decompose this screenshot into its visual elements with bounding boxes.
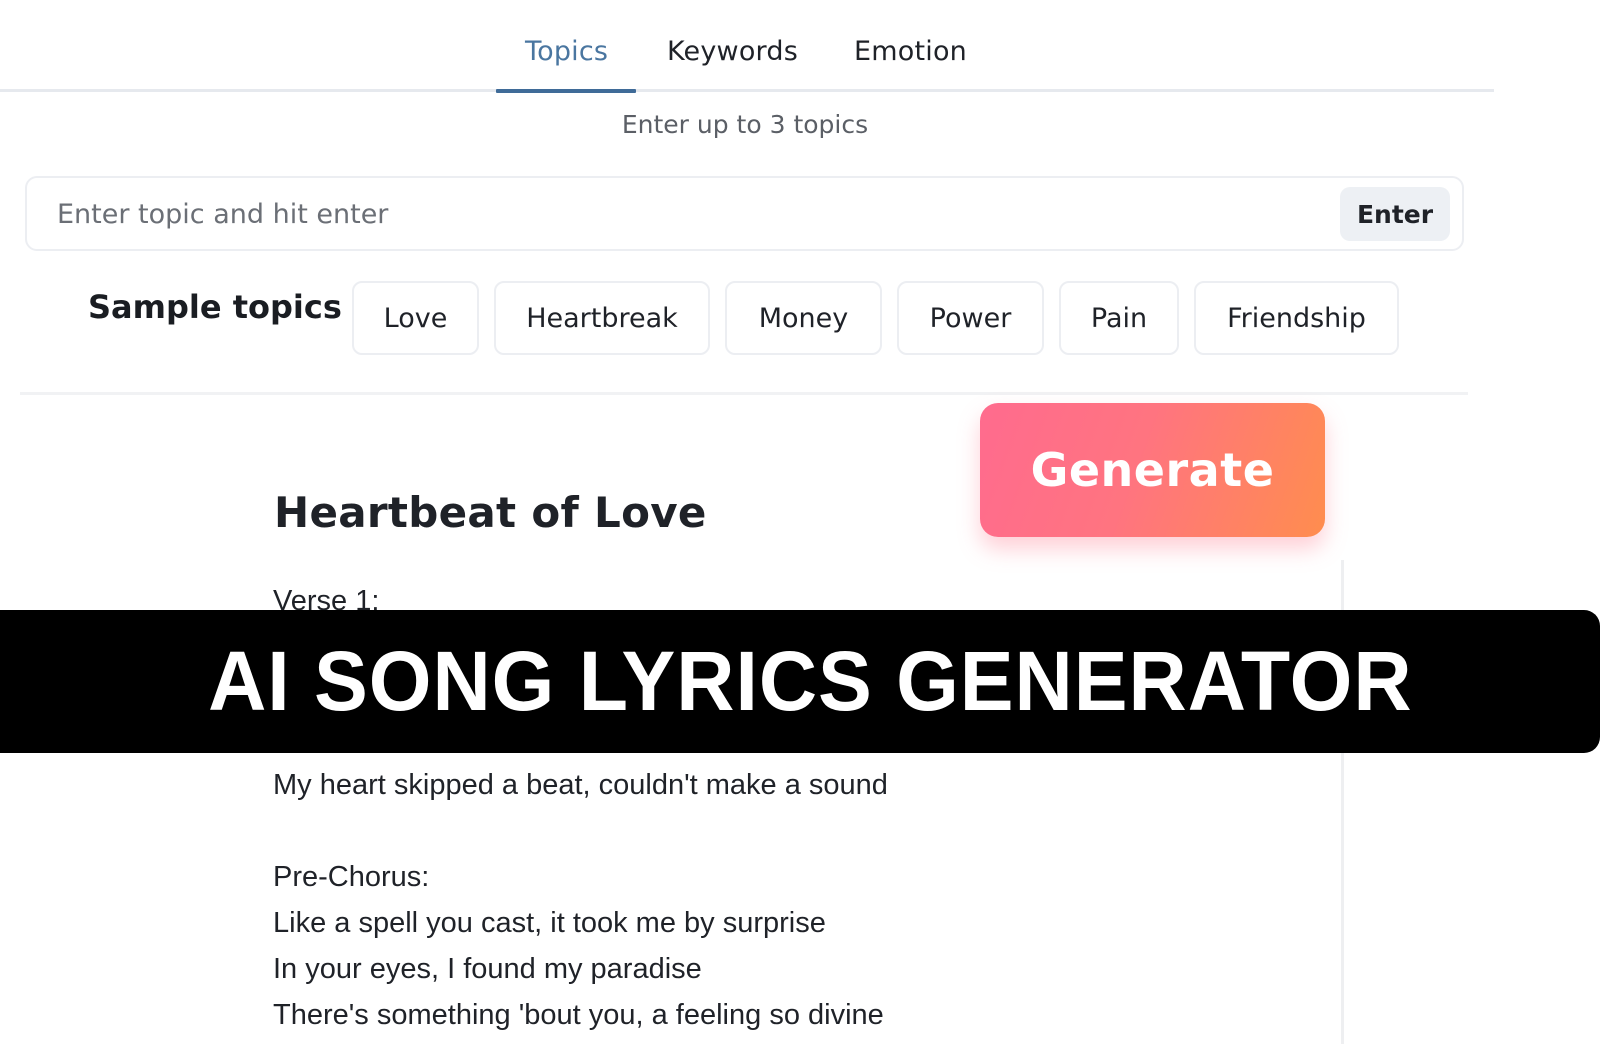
- active-tab-indicator: [496, 89, 636, 93]
- lyric-line: There's something 'bout you, a feeling s…: [273, 999, 884, 1031]
- topics-hint: Enter up to 3 topics: [621, 110, 869, 139]
- section-divider: [20, 392, 1468, 395]
- lyric-line: Like a spell you cast, it took me by sur…: [273, 907, 826, 939]
- title-banner: AI SONG LYRICS GENERATOR: [0, 610, 1600, 753]
- sample-topic-heartbreak[interactable]: Heartbreak: [494, 281, 710, 355]
- lyric-spacer: [273, 808, 1333, 854]
- page: Topics Keywords Emotion Enter up to 3 to…: [0, 0, 1600, 1044]
- sample-topic-money[interactable]: Money: [725, 281, 882, 355]
- lyric-line: My heart skipped a beat, couldn't make a…: [273, 769, 888, 801]
- generate-button[interactable]: Generate: [980, 403, 1325, 537]
- enter-button[interactable]: Enter: [1340, 187, 1450, 241]
- sample-topic-power[interactable]: Power: [897, 281, 1044, 355]
- sample-topics-label: Sample topics: [88, 288, 342, 326]
- lyric-line: Pre-Chorus:: [273, 861, 430, 893]
- tab-emotion[interactable]: Emotion: [854, 36, 967, 67]
- tab-keywords[interactable]: Keywords: [667, 36, 798, 67]
- sample-topic-pain[interactable]: Pain: [1059, 281, 1179, 355]
- tab-bar: Topics Keywords Emotion: [0, 0, 1494, 93]
- topic-input[interactable]: [57, 192, 1307, 236]
- sample-topic-friendship[interactable]: Friendship: [1194, 281, 1399, 355]
- tab-topics[interactable]: Topics: [525, 36, 608, 67]
- song-title: Heartbeat of Love: [274, 488, 707, 537]
- banner-title: AI SONG LYRICS GENERATOR: [207, 634, 1413, 728]
- topic-input-container: Enter: [25, 176, 1464, 251]
- lyric-line: In your eyes, I found my paradise: [273, 953, 702, 985]
- sample-topic-love[interactable]: Love: [352, 281, 479, 355]
